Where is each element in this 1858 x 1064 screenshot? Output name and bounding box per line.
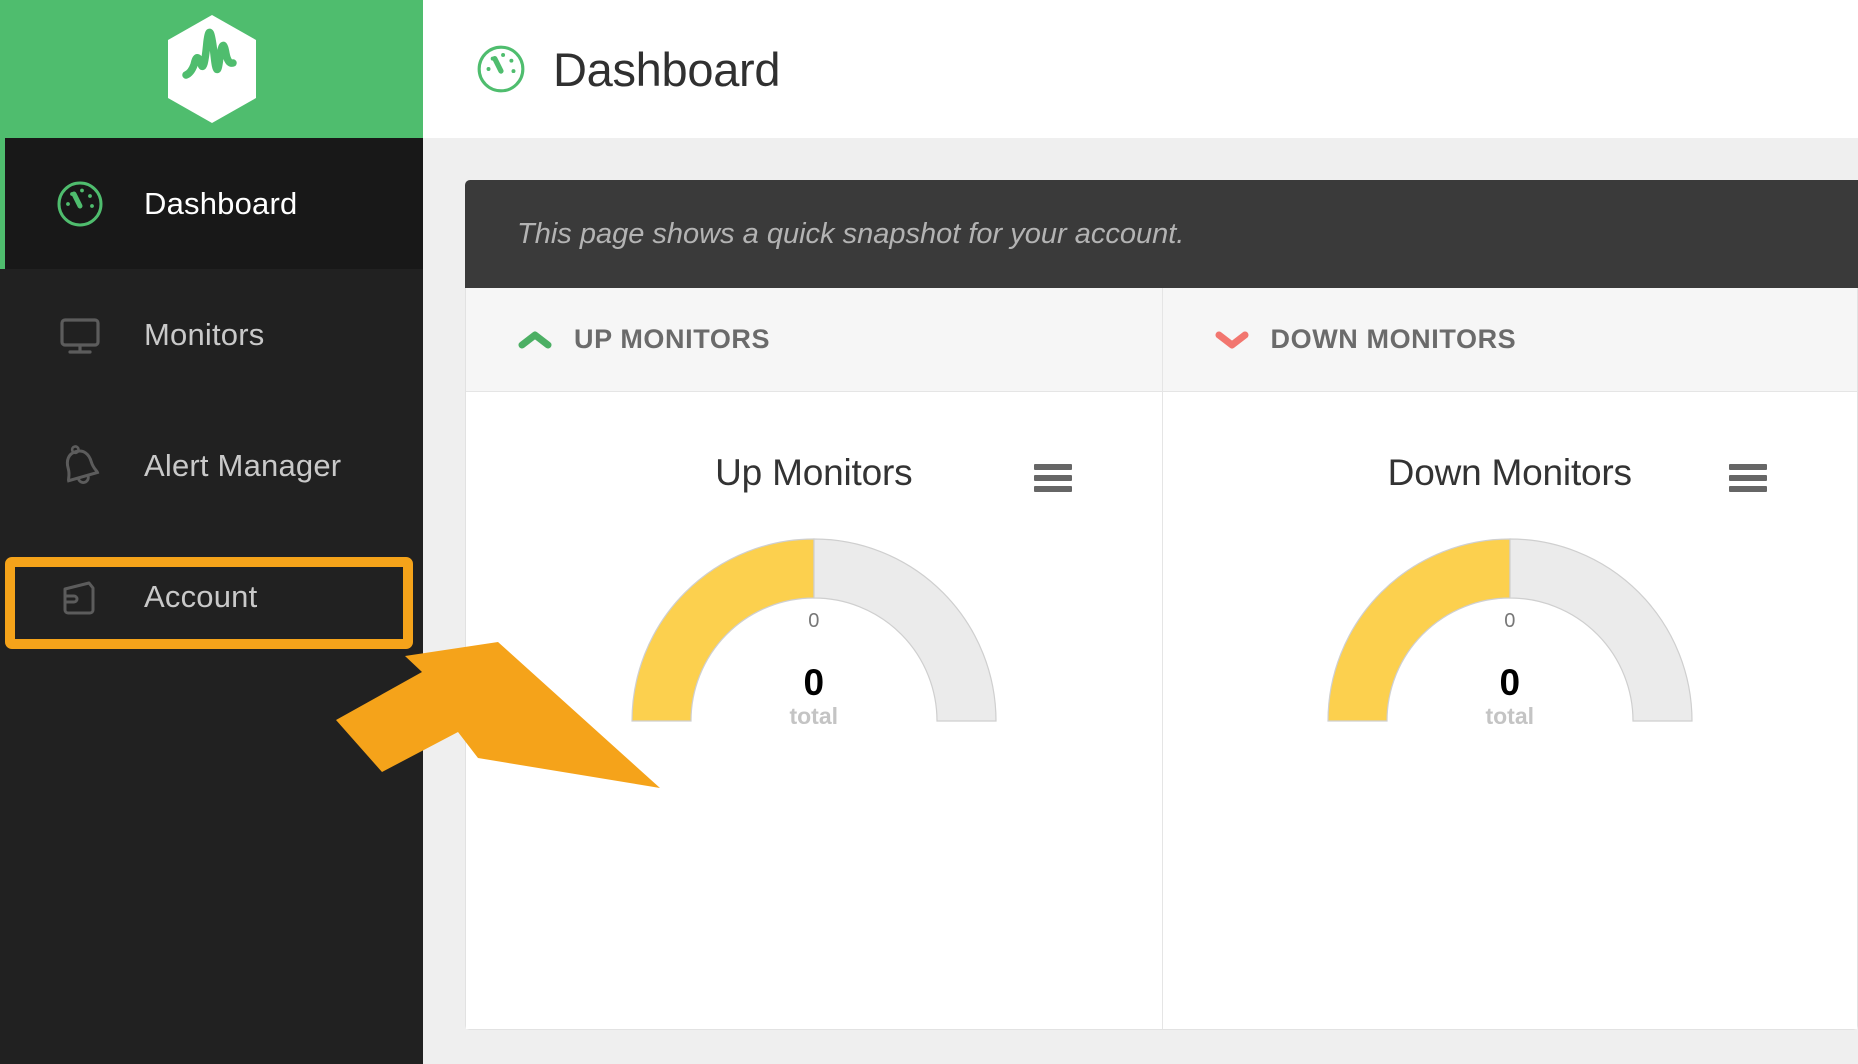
- card-body: Up Monitors 0 0 total: [466, 392, 1162, 1029]
- sidebar-item-account[interactable]: Account: [0, 531, 423, 662]
- card-body: Down Monitors 0 0 total: [1162, 392, 1857, 1029]
- sidebar-nav: Dashboard Monitors Alert Manager Account: [0, 138, 423, 662]
- card-up-monitors: UP MONITORS Up Monitors 0 0 total: [466, 288, 1162, 1029]
- gauge-icon: [475, 43, 527, 95]
- sidebar-item-alert-manager[interactable]: Alert Manager: [0, 400, 423, 531]
- wallet-icon: [54, 571, 106, 623]
- sidebar-item-label: Account: [144, 578, 258, 614]
- pulse-hexagon-logo-icon: [167, 15, 256, 123]
- card-header-label: DOWN MONITORS: [1270, 324, 1517, 354]
- gauge-value-sublabel: total: [1485, 702, 1535, 729]
- sidebar-item-label: Dashboard: [144, 185, 298, 221]
- content-area: This page shows a quick snapshot for you…: [423, 138, 1858, 1064]
- monitor-screen-icon: [54, 309, 106, 361]
- app-root: Dashboard Monitors Alert Manager Account…: [0, 0, 1858, 1064]
- cards-row: UP MONITORS Up Monitors 0 0 total DOWN M…: [465, 288, 1858, 1030]
- sidebar-item-dashboard[interactable]: Dashboard: [0, 138, 423, 269]
- card-header: UP MONITORS: [466, 288, 1162, 392]
- info-banner: This page shows a quick snapshot for you…: [465, 180, 1858, 288]
- page-title: Dashboard: [553, 42, 781, 96]
- card-header-label: UP MONITORS: [574, 324, 771, 354]
- gauge-chart: 0 0 total: [624, 536, 1004, 729]
- gauge-value: 0: [1499, 662, 1521, 703]
- brand-logo[interactable]: [0, 0, 423, 138]
- gauge-icon: [54, 178, 106, 230]
- card-down-monitors: DOWN MONITORS Down Monitors 0 0 total: [1161, 288, 1857, 1029]
- chevron-down-icon: [1215, 329, 1249, 351]
- info-banner-text: This page shows a quick snapshot for you…: [517, 217, 1185, 250]
- main-area: Dashboard This page shows a quick snapsh…: [423, 0, 1858, 1064]
- gauge-chart: 0 0 total: [1320, 536, 1700, 729]
- hamburger-menu-icon[interactable]: [1729, 464, 1767, 492]
- bell-icon: [54, 440, 106, 492]
- sidebar-item-monitors[interactable]: Monitors: [0, 269, 423, 400]
- top-header: Dashboard: [423, 0, 1858, 138]
- chevron-up-icon: [518, 329, 552, 351]
- sidebar-item-label: Alert Manager: [144, 447, 342, 483]
- gauge-tick-label: 0: [808, 610, 820, 632]
- gauge-center-readout: 0 total: [1410, 662, 1610, 730]
- gauge-tick-label: 0: [1504, 610, 1516, 632]
- hamburger-menu-icon[interactable]: [1033, 464, 1072, 492]
- gauge-center-readout: 0 total: [714, 662, 914, 730]
- sidebar: Dashboard Monitors Alert Manager Account: [0, 0, 423, 1064]
- gauge-value: 0: [803, 662, 825, 703]
- gauge-value-sublabel: total: [789, 702, 839, 729]
- card-header: DOWN MONITORS: [1162, 288, 1857, 392]
- sidebar-item-label: Monitors: [144, 316, 265, 352]
